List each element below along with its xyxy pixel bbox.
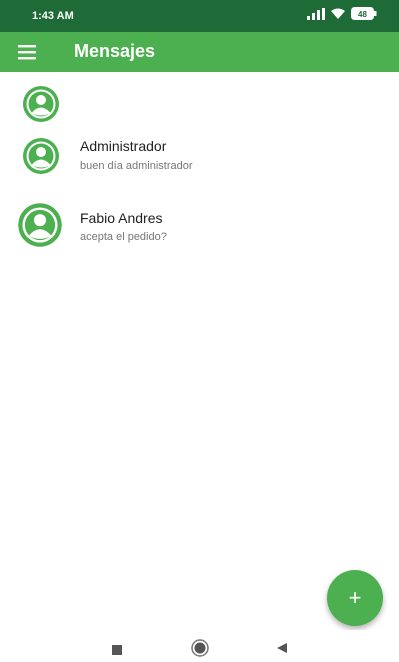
conversation-message: acepta el pedido? bbox=[80, 231, 167, 243]
avatar bbox=[22, 137, 60, 180]
wifi-icon bbox=[331, 8, 345, 20]
conversation-message: buen día administrador bbox=[80, 160, 193, 172]
back-triangle-icon[interactable] bbox=[276, 641, 288, 659]
navigation-bar bbox=[0, 630, 399, 662]
conversation-item[interactable] bbox=[0, 72, 399, 132]
conversation-name: Administrador bbox=[80, 138, 167, 154]
plus-icon: + bbox=[348, 585, 362, 610]
conversation-item[interactable]: Fabio Andres acepta el pedido? bbox=[0, 202, 399, 262]
app-bar: Mensajes bbox=[0, 32, 399, 72]
recents-square-icon[interactable] bbox=[112, 642, 122, 660]
new-message-button[interactable]: + bbox=[327, 570, 383, 626]
status-icons: 48 bbox=[307, 7, 377, 20]
status-bar: 1:43 AM 48 bbox=[0, 0, 399, 32]
battery-icon: 48 bbox=[351, 7, 377, 20]
battery-level: 48 bbox=[358, 10, 367, 19]
signal-icon bbox=[307, 7, 325, 20]
home-circle-icon[interactable] bbox=[191, 639, 209, 662]
conversation-name: Fabio Andres bbox=[80, 210, 163, 226]
conversation-item[interactable]: Administrador buen día administrador bbox=[0, 134, 399, 194]
avatar bbox=[17, 202, 63, 253]
avatar bbox=[22, 85, 60, 128]
status-time: 1:43 AM bbox=[32, 10, 74, 22]
menu-icon[interactable] bbox=[16, 42, 40, 62]
page-title: Mensajes bbox=[74, 41, 156, 61]
